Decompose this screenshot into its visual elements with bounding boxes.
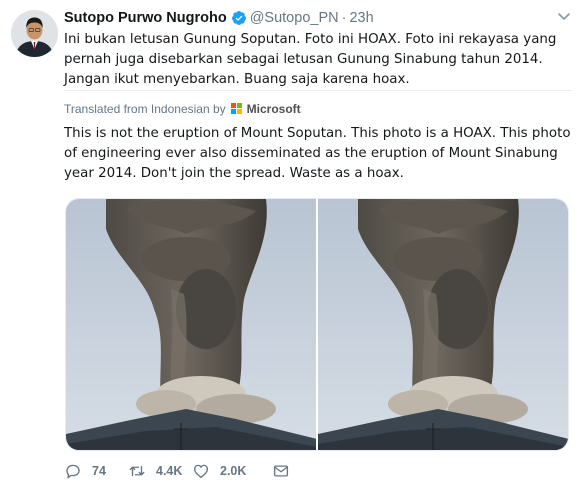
tweet-translation: This is not the eruption of Mount Soputa…	[64, 126, 571, 181]
like-button[interactable]: 2.0K	[192, 462, 272, 480]
avatar[interactable]	[11, 10, 58, 57]
eruption-photo-left[interactable]	[66, 199, 316, 450]
separator-dot: ·	[341, 10, 347, 26]
translated-label: Translated from Indonesian by	[64, 102, 226, 116]
tweet-timestamp[interactable]: 23h	[349, 10, 373, 26]
tweet-content: Sutopo Purwo Nugroho @Sutopo_PN · 23h In…	[64, 8, 572, 184]
reply-icon	[66, 464, 80, 479]
media-grid	[65, 198, 569, 451]
author-name[interactable]: Sutopo Purwo Nugroho	[64, 10, 227, 26]
chevron-down-icon[interactable]	[556, 8, 572, 24]
like-count: 2.0K	[220, 464, 247, 478]
envelope-icon	[273, 465, 289, 477]
tweet-header: Sutopo Purwo Nugroho @Sutopo_PN · 23h	[64, 8, 572, 28]
reply-button[interactable]: 74	[64, 462, 128, 480]
translation-attribution: Translated from Indonesian by Microsoft	[64, 100, 572, 118]
retweet-button[interactable]: 4.4K	[128, 462, 192, 480]
microsoft-logo-icon	[230, 103, 243, 115]
verified-badge-icon	[231, 11, 246, 25]
eruption-photo-right[interactable]	[318, 199, 568, 450]
heart-icon	[193, 464, 209, 479]
tweet-actions: 74 4.4K 2.0K	[64, 460, 300, 482]
tweet-text: Ini bukan letusan Gunung Soputan. Foto i…	[64, 32, 557, 87]
direct-message-button[interactable]	[272, 462, 300, 480]
reply-count: 74	[92, 464, 106, 478]
retweet-icon	[129, 465, 145, 477]
retweet-count: 4.4K	[156, 464, 183, 478]
translator-name[interactable]: Microsoft	[247, 102, 301, 116]
author-handle[interactable]: @Sutopo_PN	[250, 10, 339, 26]
translation-divider	[64, 90, 572, 91]
